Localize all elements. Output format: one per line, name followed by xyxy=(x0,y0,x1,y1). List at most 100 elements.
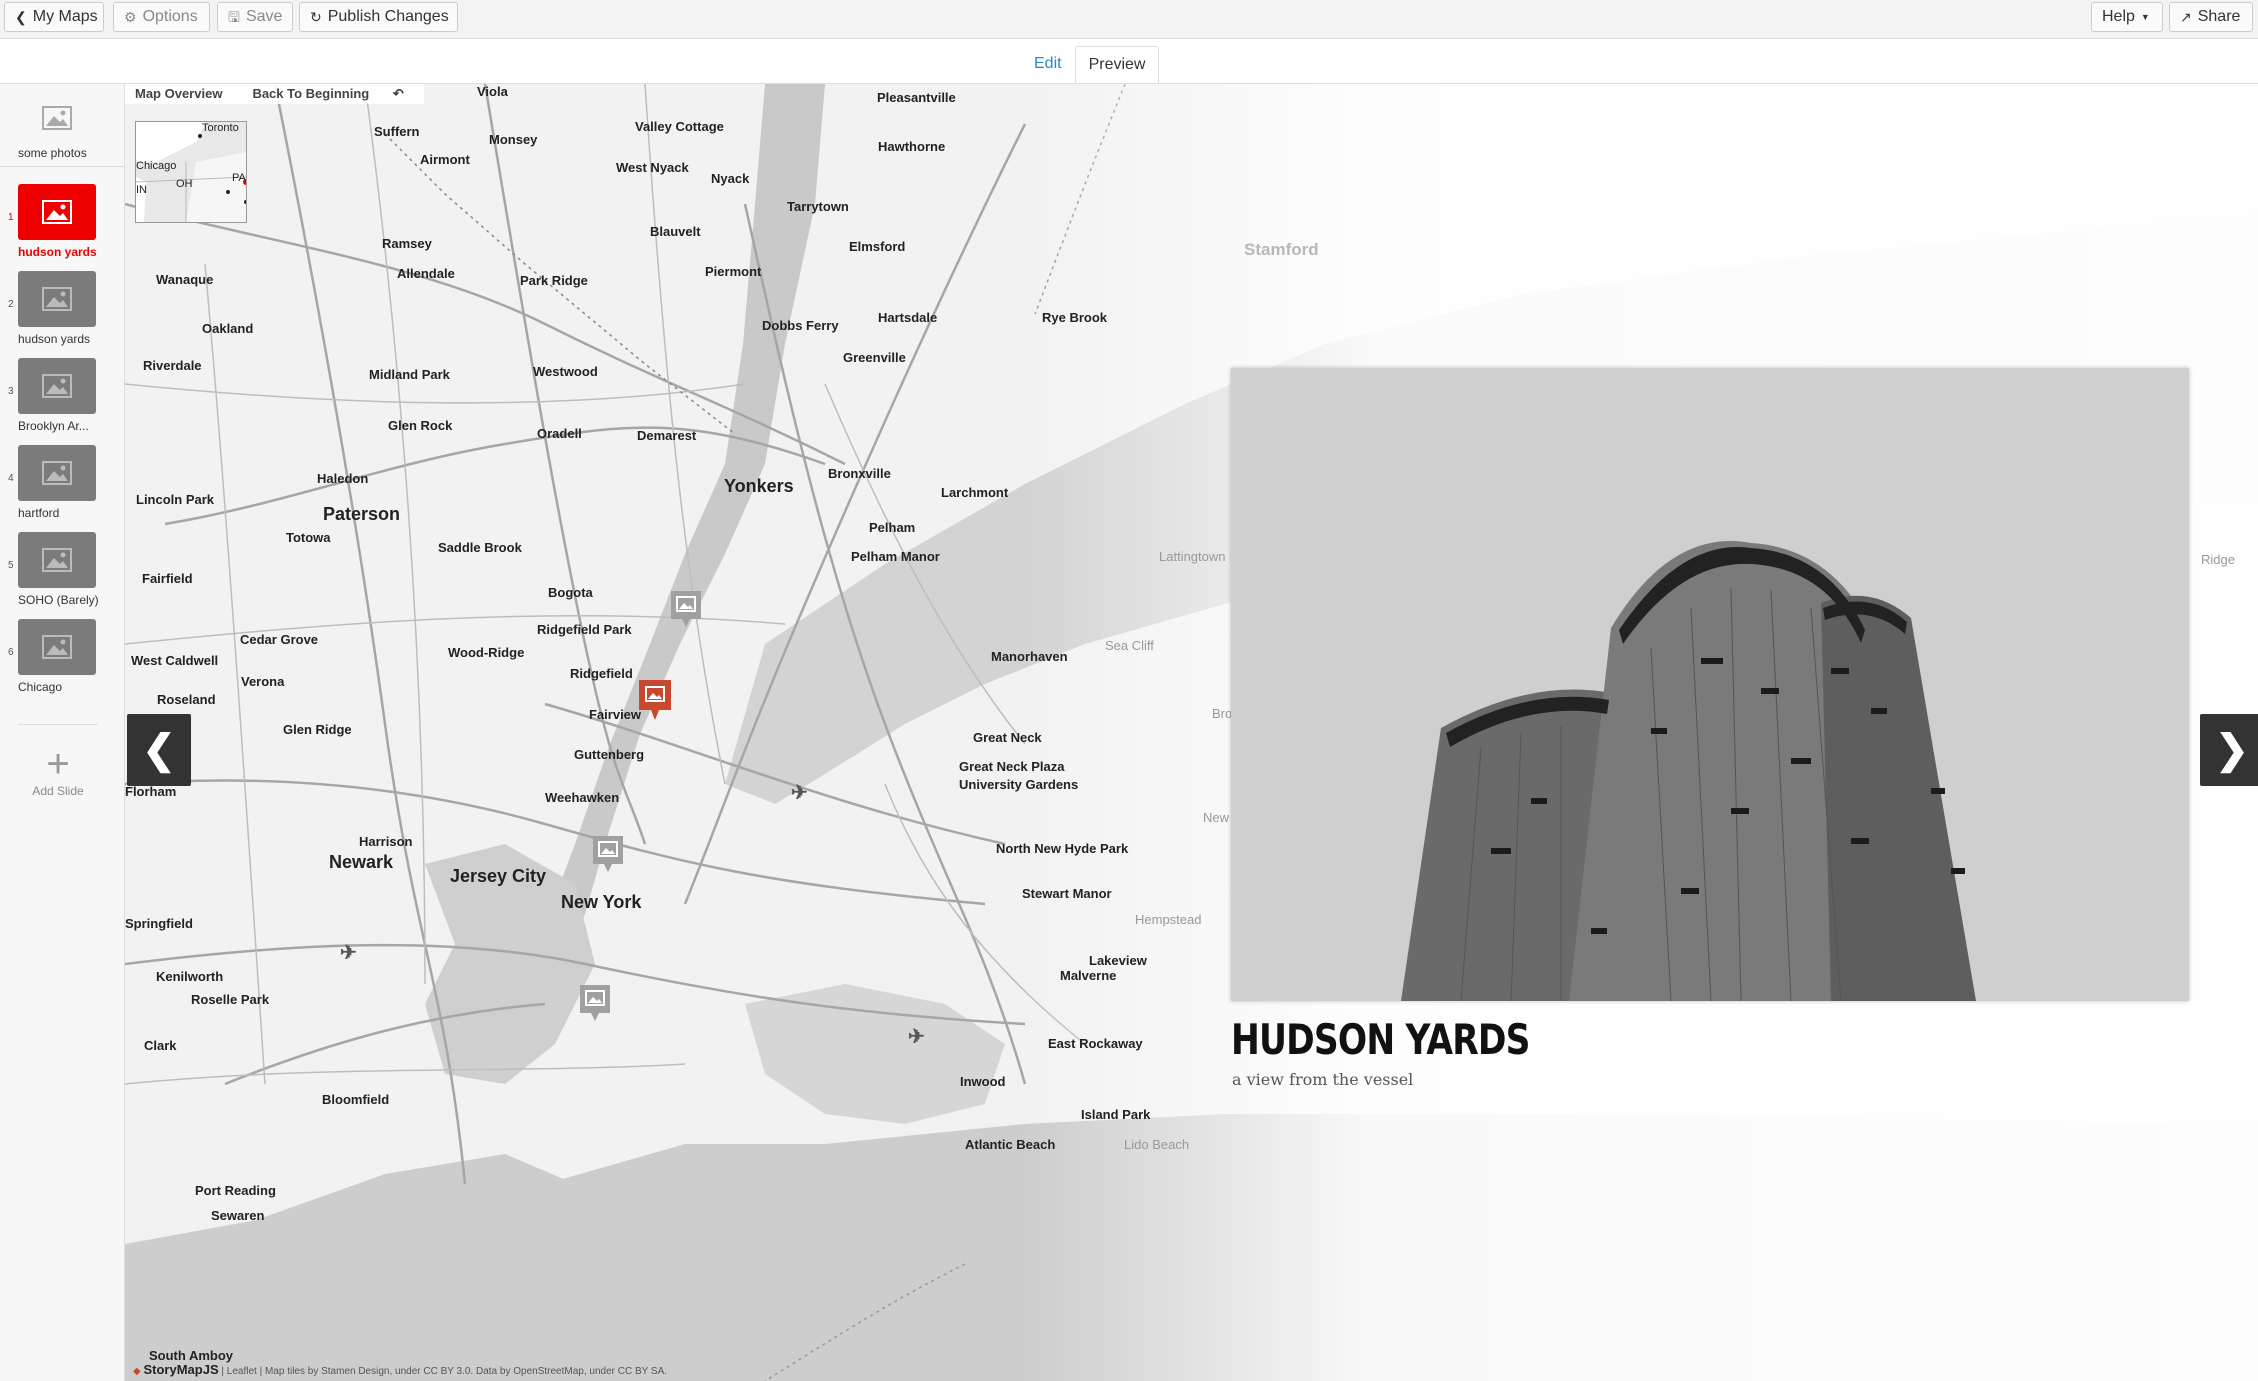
map-marker[interactable] xyxy=(590,834,626,874)
map-label: Verona xyxy=(241,674,285,689)
map-label: Tarrytown xyxy=(787,199,849,214)
slide-thumbnail-2[interactable] xyxy=(18,271,96,327)
map-label: Demarest xyxy=(637,428,697,443)
slide-number: 5 xyxy=(8,560,14,571)
map-label: Island Park xyxy=(1081,1107,1151,1122)
title-slide-thumbnail[interactable] xyxy=(18,90,96,146)
map-marker[interactable] xyxy=(577,983,613,1023)
previous-slide-button[interactable]: ❮ xyxy=(127,714,191,786)
slide-thumbnail-3[interactable] xyxy=(18,358,96,414)
map-label: Bloomfield xyxy=(322,1092,390,1107)
minimap-label: Chicago xyxy=(136,160,177,172)
minimap-label: OH xyxy=(176,178,193,190)
map-marker-active[interactable] xyxy=(637,678,673,720)
map-label: Clark xyxy=(144,1038,177,1053)
top-toolbar: ❮ My Maps ⚙ Options 🖫 Save ↻ Publish Cha… xyxy=(0,0,2258,39)
help-button[interactable]: Help ▼ xyxy=(2091,2,2163,32)
tab-preview[interactable]: Preview xyxy=(1074,46,1160,84)
my-maps-button[interactable]: ❮ My Maps xyxy=(4,2,104,32)
map-label: Westwood xyxy=(533,364,598,379)
map-label: North New Hyde Park xyxy=(996,841,1129,856)
map-label: Larchmont xyxy=(941,485,1009,500)
map-label: Saddle Brook xyxy=(438,540,522,555)
tab-edit[interactable]: Edit xyxy=(1021,46,1075,84)
map-label: South Amboy xyxy=(149,1348,234,1363)
map-label: Elmsford xyxy=(849,239,906,254)
image-icon xyxy=(42,461,72,485)
map-marker[interactable] xyxy=(668,589,704,629)
map-label: Suffern xyxy=(374,124,420,139)
title-slide-label: some photos xyxy=(18,146,87,160)
slide-label-2: hudson yards xyxy=(18,332,91,346)
map-label: Manorhaven xyxy=(991,649,1068,664)
slide-label-6: Chicago xyxy=(18,680,63,694)
map-label: Haledon xyxy=(317,471,369,486)
map-label: Bronxville xyxy=(828,466,891,481)
slide-number: 1 xyxy=(8,212,14,223)
floppy-disk-icon: 🖫 xyxy=(228,9,240,25)
image-marker-icon xyxy=(671,591,701,627)
map-label: Guttenberg xyxy=(574,747,645,762)
minimap-shapes xyxy=(136,122,246,222)
slide-thumbnail-5[interactable] xyxy=(18,532,96,588)
map-overview-link[interactable]: Map Overview xyxy=(125,84,232,104)
map-label: Airmont xyxy=(420,152,470,167)
map-label: Fairfield xyxy=(142,571,193,586)
image-icon xyxy=(42,287,72,311)
map-label: Lincoln Park xyxy=(136,492,215,507)
slide-thumbnail-4[interactable] xyxy=(18,445,96,501)
map-label: Greenville xyxy=(843,350,906,365)
map-label: Atlantic Beach xyxy=(965,1137,1056,1152)
my-maps-label: My Maps xyxy=(32,8,98,25)
slide-number: 4 xyxy=(8,473,14,484)
map-label: Sewaren xyxy=(211,1208,265,1223)
building-photo xyxy=(1231,368,2189,1001)
slide-number: 2 xyxy=(8,299,14,310)
map-label: Lattingtown xyxy=(1159,549,1226,564)
back-to-beginning-link[interactable]: Back To Beginning ↶ xyxy=(232,84,423,104)
next-slide-button[interactable]: ❯ xyxy=(2200,714,2258,786)
map-label: New York xyxy=(561,892,642,912)
chevron-left-icon: ❮ xyxy=(15,9,27,25)
mode-tabs: Edit Preview xyxy=(1021,46,1160,84)
image-icon xyxy=(42,106,72,130)
slide-thumbnail-1[interactable] xyxy=(18,184,96,240)
map-label: Malverne xyxy=(1060,968,1117,983)
image-icon xyxy=(42,374,72,398)
map-label: Bogota xyxy=(548,585,593,600)
slide-photo xyxy=(1231,368,2189,1001)
slide-number: 6 xyxy=(8,647,14,658)
map-label: Lakeview xyxy=(1089,953,1147,968)
share-button[interactable]: ↗ Share xyxy=(2169,2,2253,32)
add-slide-label: Add Slide xyxy=(32,784,84,798)
map-label: West Nyack xyxy=(616,160,689,175)
map-label: Dobbs Ferry xyxy=(762,318,839,333)
attribution-text: | Leaflet | Map tiles by Stamen Design, … xyxy=(221,1366,668,1377)
map-label: University Gardens xyxy=(959,777,1079,792)
chevron-right-icon: ❯ xyxy=(2215,728,2249,772)
map-label: Wood-Ridge xyxy=(448,645,525,660)
options-label: Options xyxy=(142,8,198,25)
slide-thumbnail-6[interactable] xyxy=(18,619,96,675)
return-arrow-icon: ↶ xyxy=(392,86,404,101)
map-label: Riverdale xyxy=(143,358,202,373)
chevron-left-icon: ❮ xyxy=(142,728,176,772)
map-label: Paterson xyxy=(323,504,401,524)
publish-changes-button[interactable]: ↻ Publish Changes xyxy=(299,2,458,32)
sidebar-divider xyxy=(18,724,98,725)
map-label: Port Reading xyxy=(195,1183,276,1198)
options-button[interactable]: ⚙ Options xyxy=(113,2,210,32)
slide-label-1: hudson yards xyxy=(18,245,97,259)
map-label: Park Ridge xyxy=(520,273,588,288)
map-label: Valley Cottage xyxy=(635,119,724,134)
caret-down-icon: ▼ xyxy=(2140,11,2150,22)
help-label: Help xyxy=(2102,8,2135,25)
map-label: Newark xyxy=(329,852,394,872)
slide-number: 3 xyxy=(8,386,14,397)
share-icon: ↗ xyxy=(2180,9,2192,25)
minimap[interactable]: Toronto NY Chicago OH PA IN Ph xyxy=(135,121,247,223)
map-label: Ramsey xyxy=(382,236,432,251)
add-slide-button[interactable]: + Add Slide xyxy=(18,744,98,798)
save-button[interactable]: 🖫 Save xyxy=(217,2,293,32)
map-label: Ridgefield Park xyxy=(537,622,632,637)
